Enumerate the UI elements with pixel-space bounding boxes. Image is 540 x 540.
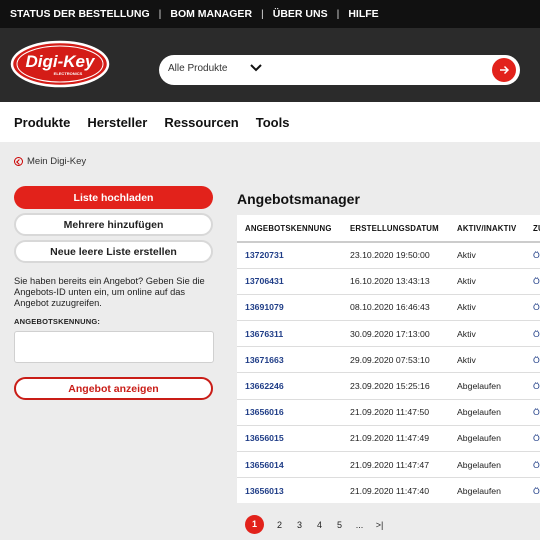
column-extra[interactable]: ZU xyxy=(525,215,540,243)
created-date-cell: 21.09.2020 11:47:49 xyxy=(342,425,449,453)
page-title: Angebotsmanager xyxy=(237,191,360,207)
separator: | xyxy=(261,8,264,20)
order-status-link[interactable]: STATUS DER BESTELLUNG xyxy=(10,8,150,20)
quote-id-link[interactable]: 13676311 xyxy=(237,320,342,348)
table-row[interactable]: 13671663 29.09.2020 07:53:10 Aktiv Ö xyxy=(237,346,540,374)
about-us-link[interactable]: ÜBER UNS xyxy=(273,8,328,20)
quote-info-text: Sie haben bereits ein Angebot? Geben Sie… xyxy=(14,276,205,308)
created-date-cell: 23.09.2020 15:25:16 xyxy=(342,372,449,400)
nav-products[interactable]: Produkte xyxy=(14,115,70,130)
extra-cell[interactable]: Ö xyxy=(525,451,540,479)
table-row[interactable]: 13656016 21.09.2020 11:47:50 Abgelaufen Ö xyxy=(237,399,540,426)
search-input[interactable] xyxy=(277,59,477,81)
page-5[interactable]: 5 xyxy=(335,520,344,530)
digikey-logo[interactable]: Digi-Key ELECTRONICS xyxy=(10,40,110,88)
separator: | xyxy=(158,8,162,20)
table-row[interactable]: 13656014 21.09.2020 11:47:47 Abgelaufen Ö xyxy=(237,451,540,479)
extra-cell[interactable]: Ö xyxy=(525,477,540,503)
created-date-cell: 23.10.2020 19:50:00 xyxy=(342,242,449,269)
created-date-cell: 16.10.2020 13:43:13 xyxy=(342,268,449,295)
site-header: Digi-Key ELECTRONICS Alle Produkte xyxy=(0,28,540,102)
table-row[interactable]: 13720731 23.10.2020 19:50:00 Aktiv Ö xyxy=(237,242,540,269)
table-row[interactable]: 13656013 21.09.2020 11:47:40 Abgelaufen Ö xyxy=(237,477,540,503)
quote-id-link[interactable]: 13656013 xyxy=(237,477,342,503)
breadcrumb[interactable]: Mein Digi-Key xyxy=(14,156,86,167)
created-date-cell: 30.09.2020 17:13:00 xyxy=(342,320,449,348)
created-date-cell: 21.09.2020 11:47:47 xyxy=(342,451,449,479)
quote-id-link[interactable]: 13691079 xyxy=(237,294,342,322)
quote-id-input[interactable] xyxy=(14,331,214,363)
main-nav: Produkte Hersteller Ressourcen Tools xyxy=(0,102,540,142)
status-cell: Abgelaufen xyxy=(449,372,525,400)
table-header-row: ANGEBOTSKENNUNG ERSTELLUNGSDATUM AKTIV/I… xyxy=(237,215,540,243)
show-quote-button[interactable]: Angebot anzeigen xyxy=(14,377,213,400)
extra-cell[interactable]: Ö xyxy=(525,268,540,295)
created-date-cell: 21.09.2020 11:47:50 xyxy=(342,399,449,426)
status-cell: Aktiv xyxy=(449,320,525,348)
extra-cell[interactable]: Ö xyxy=(525,346,540,374)
page-2[interactable]: 2 xyxy=(275,520,284,530)
page-ellipsis: ... xyxy=(355,519,364,530)
extra-cell[interactable]: Ö xyxy=(525,242,540,269)
quotes-table: ANGEBOTSKENNUNG ERSTELLUNGSDATUM AKTIV/I… xyxy=(237,215,540,503)
created-date-cell: 08.10.2020 16:46:43 xyxy=(342,294,449,322)
search-category-select[interactable]: Alle Produkte xyxy=(168,63,227,74)
extra-cell[interactable]: Ö xyxy=(525,425,540,453)
quote-id-link[interactable]: 13656016 xyxy=(237,399,342,426)
table-row[interactable]: 13676311 30.09.2020 17:13:00 Aktiv Ö xyxy=(237,320,540,348)
quotes-table-container: ANGEBOTSKENNUNG ERSTELLUNGSDATUM AKTIV/I… xyxy=(237,215,540,503)
status-cell: Aktiv xyxy=(449,346,525,374)
breadcrumb-label: Mein Digi-Key xyxy=(27,156,87,167)
logo-subtext: ELECTRONICS xyxy=(54,71,83,76)
status-cell: Abgelaufen xyxy=(449,451,525,479)
quote-id-link[interactable]: 13720731 xyxy=(237,242,342,269)
quote-id-link[interactable]: 13706431 xyxy=(237,268,342,295)
nav-tools[interactable]: Tools xyxy=(256,115,290,130)
table-row[interactable]: 13656015 21.09.2020 11:47:49 Abgelaufen Ö xyxy=(237,425,540,453)
extra-cell[interactable]: Ö xyxy=(525,372,540,400)
extra-cell[interactable]: Ö xyxy=(525,294,540,322)
help-link[interactable]: HILFE xyxy=(348,8,378,20)
extra-cell[interactable]: Ö xyxy=(525,320,540,348)
table-row[interactable]: 13691079 08.10.2020 16:46:43 Aktiv Ö xyxy=(237,294,540,322)
status-cell: Aktiv xyxy=(449,268,525,295)
logo-text: Digi-Key xyxy=(26,52,97,71)
page-4[interactable]: 4 xyxy=(315,520,324,530)
extra-cell[interactable]: Ö xyxy=(525,399,540,426)
last-page-link[interactable]: >| xyxy=(375,520,384,530)
table-row[interactable]: 13706431 16.10.2020 13:43:13 Aktiv Ö xyxy=(237,268,540,295)
status-cell: Aktiv xyxy=(449,294,525,322)
created-date-cell: 29.09.2020 07:53:10 xyxy=(342,346,449,374)
upload-list-button[interactable]: Liste hochladen xyxy=(14,186,213,209)
column-quote-id[interactable]: ANGEBOTSKENNUNG xyxy=(237,215,342,243)
back-arrow-icon xyxy=(14,157,23,166)
created-date-cell: 21.09.2020 11:47:40 xyxy=(342,477,449,503)
page-3[interactable]: 3 xyxy=(295,520,304,530)
page-1[interactable]: 1 xyxy=(245,515,264,534)
nav-resources[interactable]: Ressourcen xyxy=(164,115,238,130)
separator: | xyxy=(336,8,340,20)
table-row[interactable]: 13662246 23.09.2020 15:25:16 Abgelaufen Ö xyxy=(237,372,540,400)
utility-bar: STATUS DER BESTELLUNG | BOM MANAGER | ÜB… xyxy=(0,0,540,28)
search-button[interactable] xyxy=(492,58,516,82)
pagination: 1 2 3 4 5 ... >| xyxy=(245,515,395,534)
status-cell: Abgelaufen xyxy=(449,425,525,453)
status-cell: Abgelaufen xyxy=(449,477,525,503)
search-bar: Alle Produkte xyxy=(159,55,520,85)
chevron-down-icon[interactable] xyxy=(249,61,263,75)
quote-id-label: ANGEBOTSKENNUNG: xyxy=(14,317,101,326)
status-cell: Aktiv xyxy=(449,242,525,269)
add-multiple-button[interactable]: Mehrere hinzufügen xyxy=(14,213,213,236)
status-cell: Abgelaufen xyxy=(449,399,525,426)
column-created-date[interactable]: ERSTELLUNGSDATUM xyxy=(342,215,449,243)
quote-id-link[interactable]: 13662246 xyxy=(237,372,342,400)
column-status[interactable]: AKTIV/INAKTIV xyxy=(449,215,525,243)
new-empty-list-button[interactable]: Neue leere Liste erstellen xyxy=(14,240,213,263)
arrow-right-icon xyxy=(500,65,510,75)
quote-id-link[interactable]: 13656015 xyxy=(237,425,342,453)
nav-manufacturers[interactable]: Hersteller xyxy=(87,115,147,130)
quote-id-link[interactable]: 13656014 xyxy=(237,451,342,479)
quote-id-link[interactable]: 13671663 xyxy=(237,346,342,374)
bom-manager-link[interactable]: BOM MANAGER xyxy=(170,8,252,20)
